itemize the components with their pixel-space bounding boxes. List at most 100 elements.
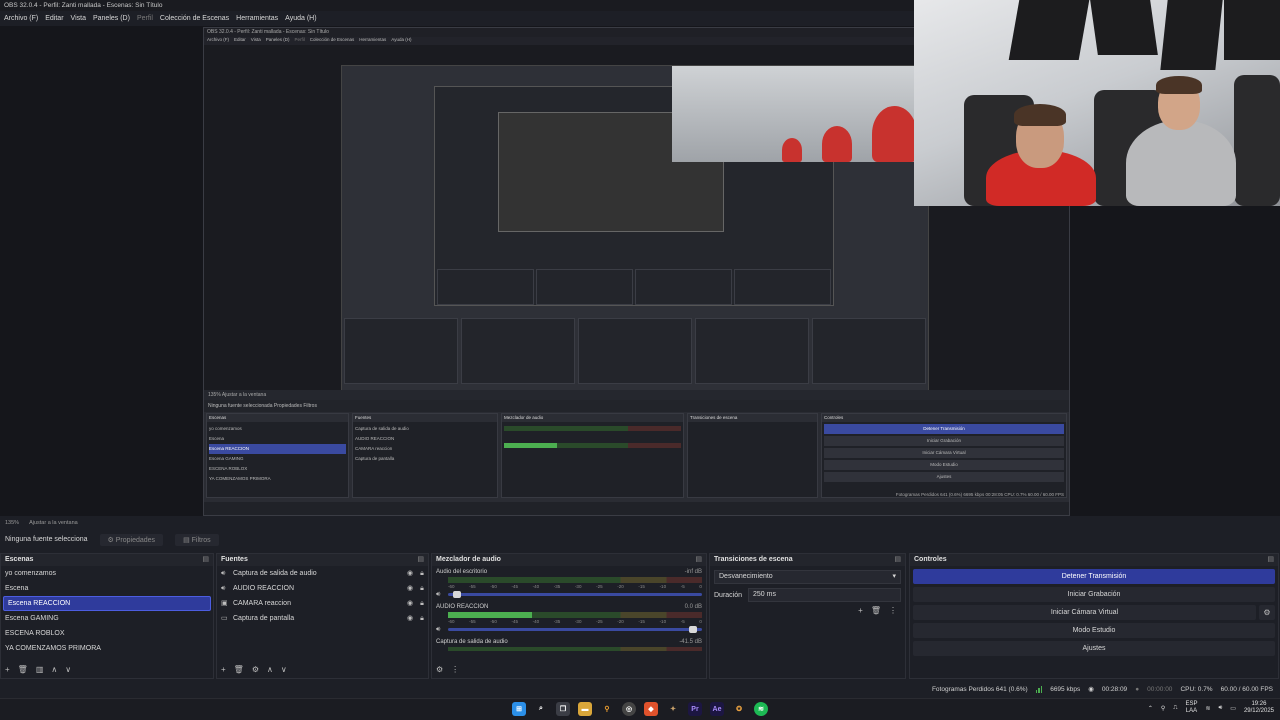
stream-icon: ◉ [1088,686,1094,693]
windows-start-icon[interactable]: ⊞ [512,702,526,716]
usb-icon[interactable]: ⎍ [1173,705,1177,712]
mute-speaker-icon[interactable]: 🔊︎ [436,626,444,634]
clock[interactable]: 19:26 29/12/2025 [1244,701,1274,715]
search-icon[interactable]: ⌕ [534,702,548,716]
zoom-bar: 135% Ajustar a la ventana [0,518,1280,528]
battery-icon[interactable]: ▭ [1230,705,1236,712]
language-indicator[interactable]: ESP LAA [1185,701,1197,715]
duration-input[interactable]: 250 ms [748,588,901,602]
zoom-level[interactable]: 135% [5,518,19,528]
move-up-icon[interactable]: ∧ [267,665,273,674]
sources-dock: Fuentes ▤ 🔊︎ Captura de salida de audio ◉… [216,553,429,679]
volume-icon[interactable]: 🔊︎ [1219,705,1223,712]
lock-icon[interactable]: 🔒︎ [416,596,428,611]
remove-source-icon[interactable]: 🗑 [234,665,244,674]
scenes-dock: Escenas ▤ yo comenzamos Escena Escena REA… [0,553,214,679]
brave-icon[interactable]: ◆ [644,702,658,716]
cpu-usage: CPU: 0.7% [1180,685,1213,693]
bitrate: 6695 kbps [1050,685,1081,693]
premiere-icon[interactable]: Pr [688,702,702,716]
fit-to-window[interactable]: Ajustar a la ventana [29,518,78,528]
studio-mode-button[interactable]: Modo Estudio [913,623,1275,638]
channel-db: 0.0 dB [684,604,702,610]
lock-icon[interactable]: 🔒︎ [416,566,428,581]
add-scene-icon[interactable]: + [5,665,10,674]
move-down-icon[interactable]: ∨ [281,665,287,674]
channel-db: -41.5 dB [679,639,702,645]
source-settings-icon[interactable]: ⚙ [252,665,259,674]
spotify-icon[interactable]: ≋ [754,702,768,716]
dock-menu-icon[interactable]: ▤ [202,554,209,566]
after-effects-icon[interactable]: Ae [710,702,724,716]
remove-transition-icon[interactable]: 🗑 [871,606,881,615]
mute-speaker-icon[interactable]: 🔊︎ [436,591,444,599]
camera-icon: ▣ [221,600,228,607]
visibility-eye-icon[interactable]: ◉ [404,596,416,611]
menu-profile[interactable]: Perfil [137,15,153,22]
lock-icon[interactable]: 🔒︎ [416,611,428,626]
level-meter [448,612,702,618]
obs-icon[interactable]: ◎ [622,702,636,716]
scene-item-selected[interactable]: Escena REACCION [3,596,211,611]
menu-file[interactable]: Archivo (F) [4,15,38,22]
scene-item[interactable]: YA COMENZAMOS PRIMORA [1,641,213,656]
transition-menu-icon[interactable]: ⋮ [889,606,897,615]
transition-select[interactable]: Desvanecimiento ▾ [714,570,901,584]
speaker-icon: 🔊︎ [221,585,226,592]
settings-button[interactable]: Ajustes [913,641,1275,656]
menu-help[interactable]: Ayuda (H) [285,15,316,22]
mixer-settings-icon[interactable]: ⚙ [436,665,443,674]
visibility-eye-icon[interactable]: ◉ [404,581,416,596]
scene-item[interactable]: ESCENA ROBLOX [1,626,213,641]
scene-item[interactable]: Escena [1,581,213,596]
chevron-up-icon[interactable]: ⌃ [1148,705,1153,712]
volume-slider[interactable] [448,626,702,633]
move-up-icon[interactable]: ∧ [51,665,57,674]
menu-edit[interactable]: Editar [45,15,63,22]
scenes-title: Escenas [5,556,34,563]
scene-item[interactable]: yo comenzamos [1,566,213,581]
stop-streaming-button[interactable]: Detener Transmisión [913,569,1275,584]
mixer-menu-icon[interactable]: ⋮ [451,665,459,674]
dock-menu-icon[interactable]: ▤ [417,554,424,566]
dock-menu-icon[interactable]: ▤ [695,554,702,566]
remove-scene-icon[interactable]: 🗑 [18,665,28,674]
lock-icon[interactable]: 🔒︎ [416,581,428,596]
task-view-icon[interactable]: ❐ [556,702,570,716]
channel-name: AUDIO REACCION [436,604,489,610]
dock-menu-icon[interactable]: ▤ [1267,554,1274,566]
start-recording-button[interactable]: Iniciar Grabación [913,587,1275,602]
gear-icon[interactable]: ⚙ [1259,605,1275,620]
transitions-title: Transiciones de escena [714,556,793,563]
menu-scene-collection[interactable]: Colección de Escenas [160,15,229,22]
visibility-eye-icon[interactable]: ◉ [404,566,416,581]
start-virtual-camera-button[interactable]: Iniciar Cámara Virtual [913,605,1256,620]
filter-scene-icon[interactable]: ▥ [36,665,44,674]
wifi-icon[interactable]: ≋ [1205,705,1210,712]
source-item[interactable]: 🔊︎ AUDIO REACCION ◉ 🔒︎ [217,581,428,596]
add-source-icon[interactable]: + [221,665,226,674]
dock-menu-icon[interactable]: ▤ [894,554,901,566]
source-item[interactable]: ▭ Captura de pantalla ◉ 🔒︎ [217,611,428,626]
monitor-icon: ▭ [221,615,228,622]
source-item[interactable]: ▣ CAMARA reaccion ◉ 🔒︎ [217,596,428,611]
taskbar: ⊞ ⌕ ❐ ▬ ⚲ ◎ ◆ ✦ Pr Ae ✪ ≋ ⌃ ⚲ ⎍ ESP LAA ≋… [0,698,1280,720]
menu-view[interactable]: Vista [71,15,86,22]
source-item[interactable]: 🔊︎ Captura de salida de audio ◉ 🔒︎ [217,566,428,581]
filters-button[interactable]: ▤ Filtros [175,533,219,546]
add-transition-icon[interactable]: + [858,606,863,615]
move-down-icon[interactable]: ∨ [65,665,71,674]
tray-app-icon[interactable]: ⚲ [1161,705,1165,712]
file-explorer-icon[interactable]: ▬ [578,702,592,716]
menu-tools[interactable]: Herramientas [236,15,278,22]
app-icon[interactable]: ✦ [666,702,680,716]
menu-docks[interactable]: Paneles (D) [93,15,130,22]
scene-item[interactable]: Escena GAMING [1,611,213,626]
visibility-eye-icon[interactable]: ◉ [404,611,416,626]
duration-label: Duración [714,591,743,599]
game-icon[interactable]: ✪ [732,702,746,716]
properties-button[interactable]: ⚙ Propiedades [99,533,164,546]
program-preview[interactable]: OBS 32.0.4 - Perfil: Zanti mallada - Esc… [0,0,1280,516]
search-app-icon[interactable]: ⚲ [600,702,614,716]
volume-slider[interactable] [448,591,702,598]
